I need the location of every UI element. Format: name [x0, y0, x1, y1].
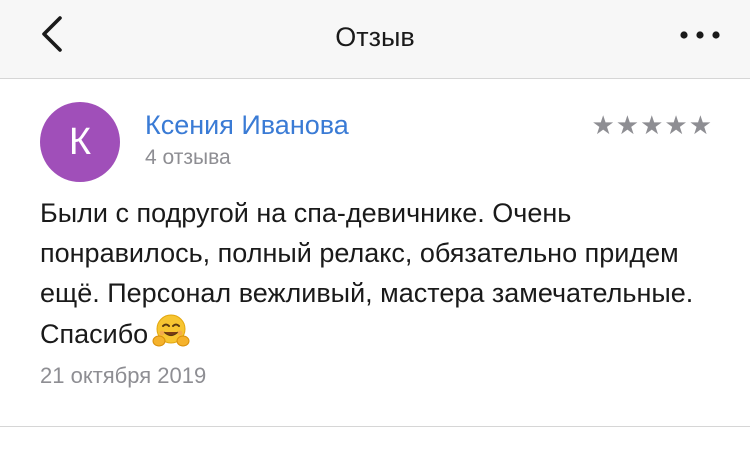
star-icon: ★: [640, 110, 664, 140]
star-icon: ★: [615, 110, 640, 140]
more-options-button[interactable]: [678, 22, 722, 48]
review-text: Были с подругой на спа-девичнике. Очень …: [40, 193, 720, 354]
page-title: Отзыв: [335, 22, 415, 52]
author-reviews-count: 4 отзыва: [145, 146, 231, 169]
star-icon: ★: [591, 110, 615, 140]
review-text-body: Были с подругой на спа-девичнике. Очень …: [40, 198, 694, 349]
author-name[interactable]: Ксения Иванова: [145, 108, 349, 142]
review-date: 21 октября 2019: [40, 363, 207, 388]
top-bar: Отзыв: [0, 0, 750, 79]
ellipsis-icon: [680, 31, 720, 39]
divider: [0, 426, 750, 427]
star-icon: ★: [664, 110, 688, 140]
star-icon: ★: [688, 110, 712, 140]
rating-stars: ★ ★ ★ ★ ★: [591, 110, 712, 140]
hugging-face-emoji: [152, 314, 190, 347]
avatar[interactable]: К: [40, 102, 120, 182]
